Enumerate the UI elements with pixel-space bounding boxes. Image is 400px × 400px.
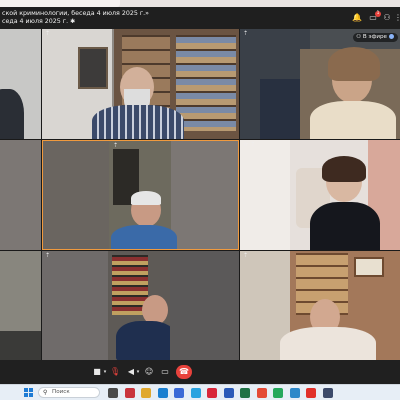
edge-icon[interactable] (157, 388, 168, 398)
video-tile[interactable] (0, 29, 41, 139)
speaker-menu-icon[interactable]: ▾ (135, 365, 141, 379)
participant-body (280, 327, 376, 360)
chat-badge: 1 (375, 11, 381, 17)
yandex-icon[interactable] (306, 388, 316, 398)
participant-body (116, 321, 176, 360)
pin-icon[interactable]: ⇡ (45, 30, 50, 37)
widgets-icon[interactable] (124, 388, 135, 398)
call-controls-bar: ■ ▾ 🎙 ◀ ▾ ☺ ▭ ••• ☎ (0, 360, 400, 384)
windows-start-icon[interactable] (24, 388, 33, 397)
video-tile[interactable] (0, 140, 41, 250)
media-icon[interactable] (322, 388, 333, 398)
chrome-icon[interactable] (256, 388, 267, 398)
live-label: В эфире (362, 34, 387, 40)
notifications-icon[interactable]: 🔔 (352, 13, 362, 23)
star-icon[interactable]: ☆ ⇡ (243, 141, 255, 148)
screen-share-button[interactable]: ▭ (160, 365, 170, 379)
video-tile[interactable]: ⇡ (42, 29, 239, 139)
opera-icon[interactable] (207, 388, 217, 398)
participants-icon[interactable]: ⚇ (382, 13, 392, 23)
screen: ской криминологии, беседа 4 июля 2025 г.… (0, 0, 400, 400)
excel-icon[interactable] (240, 388, 250, 398)
photos-icon[interactable] (289, 388, 300, 398)
live-dot (389, 34, 394, 39)
video-tile[interactable]: ☆ ⇡ (240, 140, 400, 250)
pin-icon[interactable]: ⇡ (243, 252, 248, 259)
participant-body (111, 225, 177, 249)
microphone-muted-button[interactable]: 🎙 (110, 365, 120, 379)
participant-body (310, 101, 396, 139)
chat-icon[interactable]: ▭ 1 (368, 11, 381, 23)
task-view-icon[interactable] (108, 388, 118, 398)
telegram-icon[interactable] (190, 388, 201, 398)
end-call-button[interactable]: ☎ (176, 365, 192, 379)
live-indicator: ⚇ В эфире (353, 33, 398, 42)
browser-tab[interactable] (0, 0, 120, 7)
whatsapp-icon[interactable] (273, 388, 283, 398)
explorer-icon[interactable] (141, 388, 151, 398)
search-icon: ⚲ (43, 389, 48, 396)
video-tile[interactable]: ⇡ (240, 251, 400, 360)
participant-body (92, 105, 184, 139)
meeting-subtitle: седа 4 июля 2025 г. ✱ (2, 18, 75, 26)
camera-button[interactable]: ■ (92, 365, 102, 379)
participant (0, 89, 24, 139)
pin-icon[interactable]: ⇡ (113, 142, 118, 149)
participant-body (310, 202, 380, 250)
video-tile[interactable] (0, 251, 41, 360)
windows-taskbar: ⚲ Поиск (0, 384, 400, 400)
settings-icon[interactable]: ✱ (70, 18, 75, 25)
pin-icon[interactable]: ⇡ (243, 30, 248, 37)
video-tile-active-speaker[interactable]: ⇡ (42, 140, 239, 250)
meeting-title: ской криминологии, беседа 4 июля 2025 г.… (2, 10, 150, 17)
camera-menu-icon[interactable]: ▾ (102, 365, 108, 379)
video-grid: ⇡ ⇡ ⚇ В эфире ⇡ ☆ ⇡ ⇡ ⇡ (0, 29, 400, 360)
meeting-header: ской криминологии, беседа 4 июля 2025 г.… (0, 7, 400, 29)
video-tile[interactable]: ⇡ ⚇ В эфире (240, 29, 400, 139)
video-tile[interactable]: ⇡ (42, 251, 239, 360)
browser-tab-strip (0, 0, 400, 7)
search-placeholder: Поиск (52, 389, 70, 395)
more-menu-icon[interactable]: ⋮ (393, 13, 400, 23)
pin-icon[interactable]: ⇡ (45, 252, 50, 259)
store-icon[interactable] (174, 388, 184, 398)
reactions-button[interactable]: ☺ (144, 365, 154, 379)
word-icon[interactable] (223, 388, 234, 398)
taskbar-search-input[interactable]: ⚲ Поиск (38, 387, 100, 398)
meeting-date: седа 4 июля 2025 г. (2, 18, 69, 25)
